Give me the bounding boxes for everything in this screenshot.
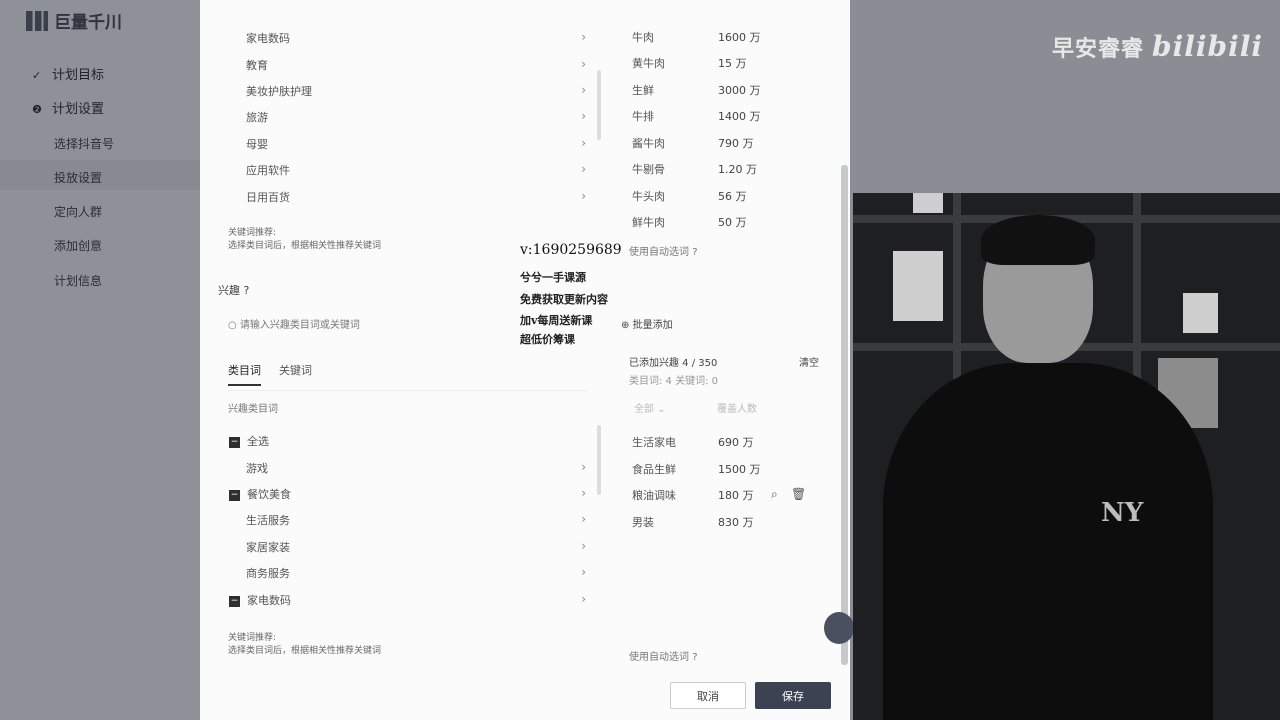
chevron-right-icon: ›: [581, 109, 586, 123]
promo-line: 免费获取更新内容: [520, 293, 608, 306]
chevron-right-icon: ›: [581, 460, 586, 474]
interest-category-item[interactable]: 生活服务 ›: [246, 512, 586, 528]
logo-icon: [26, 10, 48, 31]
help-icon: ?: [692, 652, 698, 663]
sidebar-item-delivery-settings[interactable]: 投放设置: [54, 169, 102, 186]
auto-select-toggle[interactable]: 使用自动选词 ?: [629, 243, 698, 258]
save-button[interactable]: 保存: [755, 682, 831, 709]
interest-drawer: 家电数码 › 教育 › 美妆护肤护理 › 旅游 › 母婴 › 应用软件 › 日用百货 › 关键…: [200, 0, 850, 720]
keyword-row: 酱牛肉 790 万: [632, 137, 754, 150]
scrollbar[interactable]: [597, 70, 601, 140]
cancel-button[interactable]: 取消: [670, 682, 746, 709]
interest-category-item[interactable]: 游戏 ›: [246, 460, 586, 476]
active-tab-indicator: [228, 384, 261, 386]
chevron-right-icon: ›: [581, 189, 586, 203]
watermark: 早安睿睿 bilibili: [1052, 30, 1263, 63]
tab-keywords[interactable]: 关键词: [279, 362, 312, 378]
step-2-icon: ❷: [32, 103, 42, 116]
plus-circle-icon: ⊕: [621, 320, 630, 331]
keyword-row: 生鲜 3000 万: [632, 84, 761, 97]
keyword-hint: 关键词推荐: 选择类目词后，根据相关性推荐关键词: [228, 633, 382, 656]
app-logo[interactable]: 巨量千川: [26, 8, 122, 33]
interest-category-item[interactable]: 家居家装 ›: [246, 539, 586, 555]
added-interest-row: 生活家电 690 万: [632, 436, 754, 449]
scrollbar[interactable]: [597, 425, 601, 495]
batch-add-button[interactable]: ⊕ 批量添加: [621, 316, 673, 331]
chevron-down-icon: ⌄: [657, 404, 666, 415]
added-interest-row: 男装 830 万: [632, 516, 754, 529]
clear-button[interactable]: 清空: [799, 354, 819, 369]
category-item[interactable]: 日用百货 ›: [246, 189, 586, 205]
checkbox-indeterminate-icon: −: [229, 436, 240, 448]
category-item[interactable]: 旅游 ›: [246, 109, 586, 125]
category-item[interactable]: 应用软件 ›: [246, 162, 586, 178]
keyword-hint: 关键词推荐: 选择类目词后，根据相关性推荐关键词: [228, 228, 382, 251]
interest-category-item[interactable]: − 餐饮美食 ›: [229, 486, 586, 502]
sidebar-item-targeting[interactable]: 定向人群: [54, 203, 102, 220]
interest-category-item[interactable]: − 家电数码 ›: [229, 592, 586, 608]
added-counts: 类目词: 4 关键词: 0: [629, 376, 718, 387]
category-item[interactable]: 家电数码 ›: [246, 30, 586, 46]
tab-category-words[interactable]: 类目词: [228, 362, 261, 378]
chevron-right-icon: ›: [581, 565, 586, 579]
chevron-right-icon: ›: [581, 162, 586, 176]
chevron-right-icon: ›: [581, 30, 586, 44]
promo-line: 兮兮一手课源: [520, 271, 586, 284]
keyword-row: 牛肉 1600 万: [632, 31, 761, 44]
check-icon: ✓: [32, 69, 42, 82]
search-icon: ○: [228, 320, 237, 331]
sort-cover-select[interactable]: 覆盖人数: [717, 400, 757, 415]
interest-label: 兴趣 ?: [218, 284, 250, 297]
promo-line: 超低价筹课: [520, 333, 575, 346]
help-icon: ?: [692, 247, 698, 258]
chevron-right-icon: ›: [581, 136, 586, 150]
added-interest-row: 粮油调味 180 万: [632, 489, 754, 502]
added-interest-row: 食品生鲜 1500 万: [632, 463, 761, 476]
help-icon: ?: [243, 284, 250, 297]
added-summary: 已添加兴趣 4 / 350: [629, 358, 718, 369]
checkbox-indeterminate-icon: −: [229, 595, 240, 607]
promo-line: 加v每周送新课: [520, 314, 593, 327]
keyword-row: 鲜牛肉 50 万: [632, 216, 747, 229]
keyword-row: 牛剔骨 1.20 万: [632, 163, 757, 176]
promo-contact: v:1690259689: [520, 242, 622, 258]
drawer-scrollbar[interactable]: [841, 165, 848, 665]
checkbox-indeterminate-icon: −: [229, 489, 240, 501]
filter-all-select[interactable]: 全部 ⌄: [634, 400, 666, 415]
sidebar-item-plan-info[interactable]: 计划信息: [54, 272, 102, 289]
category-item[interactable]: 美妆护肤护理 ›: [246, 83, 586, 99]
app-sidebar: 巨量千川 ✓ 计划目标 ❷ 计划设置 选择抖音号 投放设置 定向人群 添加创意 计划…: [0, 0, 200, 720]
keyword-row: 牛头肉 56 万: [632, 190, 747, 203]
assistant-mascot-icon[interactable]: [824, 612, 854, 644]
select-all-checkbox[interactable]: − 全选: [229, 433, 586, 449]
auto-select-toggle[interactable]: 使用自动选词 ?: [629, 648, 698, 663]
keyword-row: 牛排 1400 万: [632, 110, 761, 123]
sidebar-item-plan-settings[interactable]: ❷ 计划设置: [32, 98, 104, 117]
sidebar-item-plan-goal[interactable]: ✓ 计划目标: [32, 64, 104, 83]
presenter-video: NY: [853, 193, 1280, 720]
presenter-body: [883, 363, 1213, 720]
keyword-row: 黄牛肉 15 万: [632, 57, 747, 70]
chevron-right-icon: ›: [581, 83, 586, 97]
ny-logo: NY: [1101, 498, 1144, 528]
chevron-right-icon: ›: [581, 57, 586, 71]
category-item[interactable]: 教育 ›: [246, 57, 586, 73]
chevron-right-icon: ›: [581, 512, 586, 526]
trash-icon[interactable]: 🗑: [791, 487, 806, 501]
chevron-right-icon: ›: [581, 486, 586, 500]
category-item[interactable]: 母婴 ›: [246, 136, 586, 152]
interest-search-input[interactable]: ○ 请输入兴趣类目词或关键词: [228, 316, 428, 331]
search-icon[interactable]: ⌕: [771, 487, 778, 502]
section-title: 兴趣类目词: [228, 404, 278, 415]
sidebar-item-select-account[interactable]: 选择抖音号: [54, 135, 114, 152]
chevron-right-icon: ›: [581, 539, 586, 553]
interest-category-item[interactable]: 商务服务 ›: [246, 565, 586, 581]
sidebar-item-creative[interactable]: 添加创意: [54, 237, 102, 254]
divider: [228, 390, 588, 391]
chevron-right-icon: ›: [581, 592, 586, 606]
